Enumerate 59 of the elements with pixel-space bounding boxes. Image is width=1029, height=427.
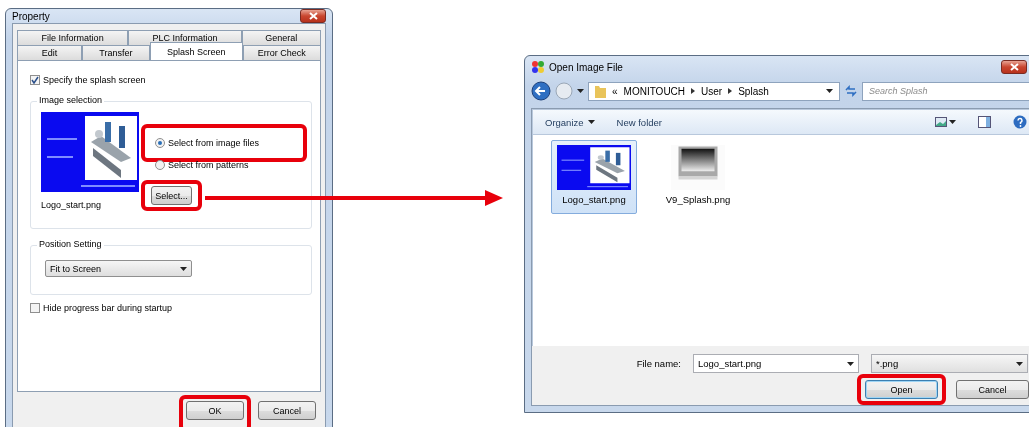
radio-label: Select from image files — [168, 138, 260, 148]
tab[interactable]: General — [241, 30, 321, 45]
tab[interactable]: Edit — [17, 45, 82, 60]
dialog-button[interactable]: Cancel — [258, 401, 316, 420]
close-icon — [308, 12, 318, 20]
folder-icon — [595, 84, 606, 98]
caret-icon — [949, 120, 956, 124]
radio-button[interactable] — [155, 160, 165, 170]
caret-icon — [847, 361, 854, 366]
dialog-button[interactable]: Open — [865, 380, 938, 399]
group-title: Image selection — [37, 95, 105, 105]
checkbox[interactable] — [30, 75, 40, 85]
window-title: Property — [12, 10, 51, 22]
checkbox-label: Hide progress bar during startup — [43, 303, 173, 313]
close-icon — [1009, 63, 1019, 71]
file-name: Logo_start.png — [41, 200, 103, 210]
tab[interactable]: File Information — [17, 30, 129, 45]
group-title: Position Setting — [37, 239, 104, 249]
paint-palette-icon — [531, 60, 545, 74]
radio-label: Select from patterns — [168, 160, 249, 170]
file-type-dropdown[interactable]: *.png — [871, 354, 1028, 373]
file-item[interactable]: V9_Splash.png — [655, 140, 741, 214]
tab[interactable]: Transfer — [82, 45, 150, 60]
checkbox[interactable] — [30, 303, 40, 313]
radio-button[interactable] — [155, 138, 165, 148]
window-title: Open Image File — [549, 61, 624, 73]
check-icon — [31, 76, 39, 84]
back-button[interactable] — [531, 81, 551, 101]
preview-pane-button[interactable] — [978, 116, 991, 128]
caret-icon — [1016, 361, 1023, 366]
history-caret-icon — [577, 89, 584, 93]
dialog-button[interactable]: OK — [186, 401, 244, 420]
file-item[interactable]: Logo_start.png — [551, 140, 637, 214]
tab[interactable]: Splash Screen — [149, 42, 243, 60]
toolbar-button[interactable]: New folder — [616, 116, 662, 128]
dropdown[interactable]: Fit to Screen — [45, 260, 192, 277]
chevron-icon — [728, 88, 733, 94]
view-button[interactable] — [935, 117, 956, 127]
help-button[interactable] — [1013, 115, 1027, 129]
address-bar[interactable]: « MONITOUCH User Splash — [588, 81, 840, 101]
breadcrumb-item[interactable]: Splash — [738, 85, 769, 97]
checkbox-label: Specify the splash screen — [43, 75, 146, 85]
close-button[interactable] — [300, 9, 326, 23]
breadcrumb-item[interactable]: User — [701, 85, 723, 97]
chevron-icon — [691, 88, 696, 94]
toolbar-button[interactable]: Organize — [545, 116, 595, 128]
file-name-field[interactable]: Logo_start.png — [693, 354, 859, 373]
breadcrumb-item[interactable]: MONITOUCH — [623, 85, 686, 97]
caret-icon — [826, 89, 833, 93]
caret-icon — [180, 266, 187, 271]
search-field[interactable]: Search Splash — [862, 81, 1029, 101]
caret-icon — [587, 120, 595, 124]
breadcrumb-overflow[interactable]: « — [612, 85, 618, 97]
field-label: File name: — [636, 358, 681, 369]
select-button[interactable]: Select... — [151, 186, 192, 205]
refresh-button[interactable] — [844, 85, 858, 97]
dialog-button[interactable]: Cancel — [956, 380, 1029, 399]
tab[interactable]: Error Check — [242, 45, 321, 60]
close-button[interactable] — [1001, 60, 1027, 74]
